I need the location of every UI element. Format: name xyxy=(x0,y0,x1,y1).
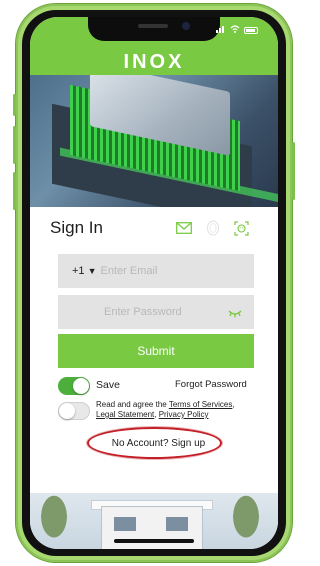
app-logo: INOX xyxy=(123,51,185,73)
house-window xyxy=(166,517,188,531)
app-screen: INOX Sign In +1 ▼ Submit Save xyxy=(30,17,278,549)
country-code-value: +1 xyxy=(72,265,85,277)
volume-button xyxy=(13,172,16,210)
save-toggle[interactable] xyxy=(58,377,90,395)
save-label: Save xyxy=(96,379,120,391)
envelope-icon[interactable] xyxy=(176,222,192,234)
speaker xyxy=(138,24,168,28)
password-field xyxy=(58,295,254,329)
chevron-down-icon: ▼ xyxy=(87,266,97,276)
fingerprint-icon[interactable] xyxy=(206,220,220,236)
signal-icon xyxy=(216,25,226,35)
tree xyxy=(226,495,266,549)
agreement-text: Read and agree the Terms of Services, Leg… xyxy=(96,400,235,419)
legal-statement-link[interactable]: Legal Statement xyxy=(96,410,154,419)
hero-chip-image xyxy=(30,75,278,207)
submit-button[interactable]: Submit xyxy=(58,334,254,368)
battery-icon xyxy=(244,26,258,34)
eye-closed-icon[interactable] xyxy=(228,306,242,324)
app-header: INOX xyxy=(30,17,278,75)
toggle-knob xyxy=(59,403,75,419)
agree-prefix: Read and agree the xyxy=(96,400,169,409)
volume-button xyxy=(13,94,16,116)
power-button xyxy=(292,142,295,200)
signup-link[interactable]: No Account? Sign up xyxy=(95,430,222,456)
forgot-password-link[interactable]: Forgot Password xyxy=(175,379,247,390)
status-bar xyxy=(216,25,258,35)
email-input[interactable] xyxy=(100,265,254,277)
tree xyxy=(34,495,74,549)
front-camera xyxy=(182,22,190,30)
house-window xyxy=(114,517,136,531)
email-field: +1 ▼ xyxy=(58,254,254,288)
volume-button xyxy=(13,126,16,164)
page-title: Sign In xyxy=(50,218,103,237)
wifi-icon xyxy=(230,25,240,35)
signin-method-switcher xyxy=(176,220,249,236)
toggle-knob xyxy=(73,378,89,394)
agree-toggle[interactable] xyxy=(58,402,90,420)
country-code-select[interactable]: +1 ▼ xyxy=(72,265,97,277)
face-id-icon[interactable] xyxy=(234,220,249,236)
home-indicator xyxy=(114,539,194,543)
privacy-policy-link[interactable]: Privacy Policy xyxy=(159,410,209,419)
terms-link[interactable]: Terms of Services xyxy=(169,400,233,409)
notch xyxy=(88,17,220,41)
